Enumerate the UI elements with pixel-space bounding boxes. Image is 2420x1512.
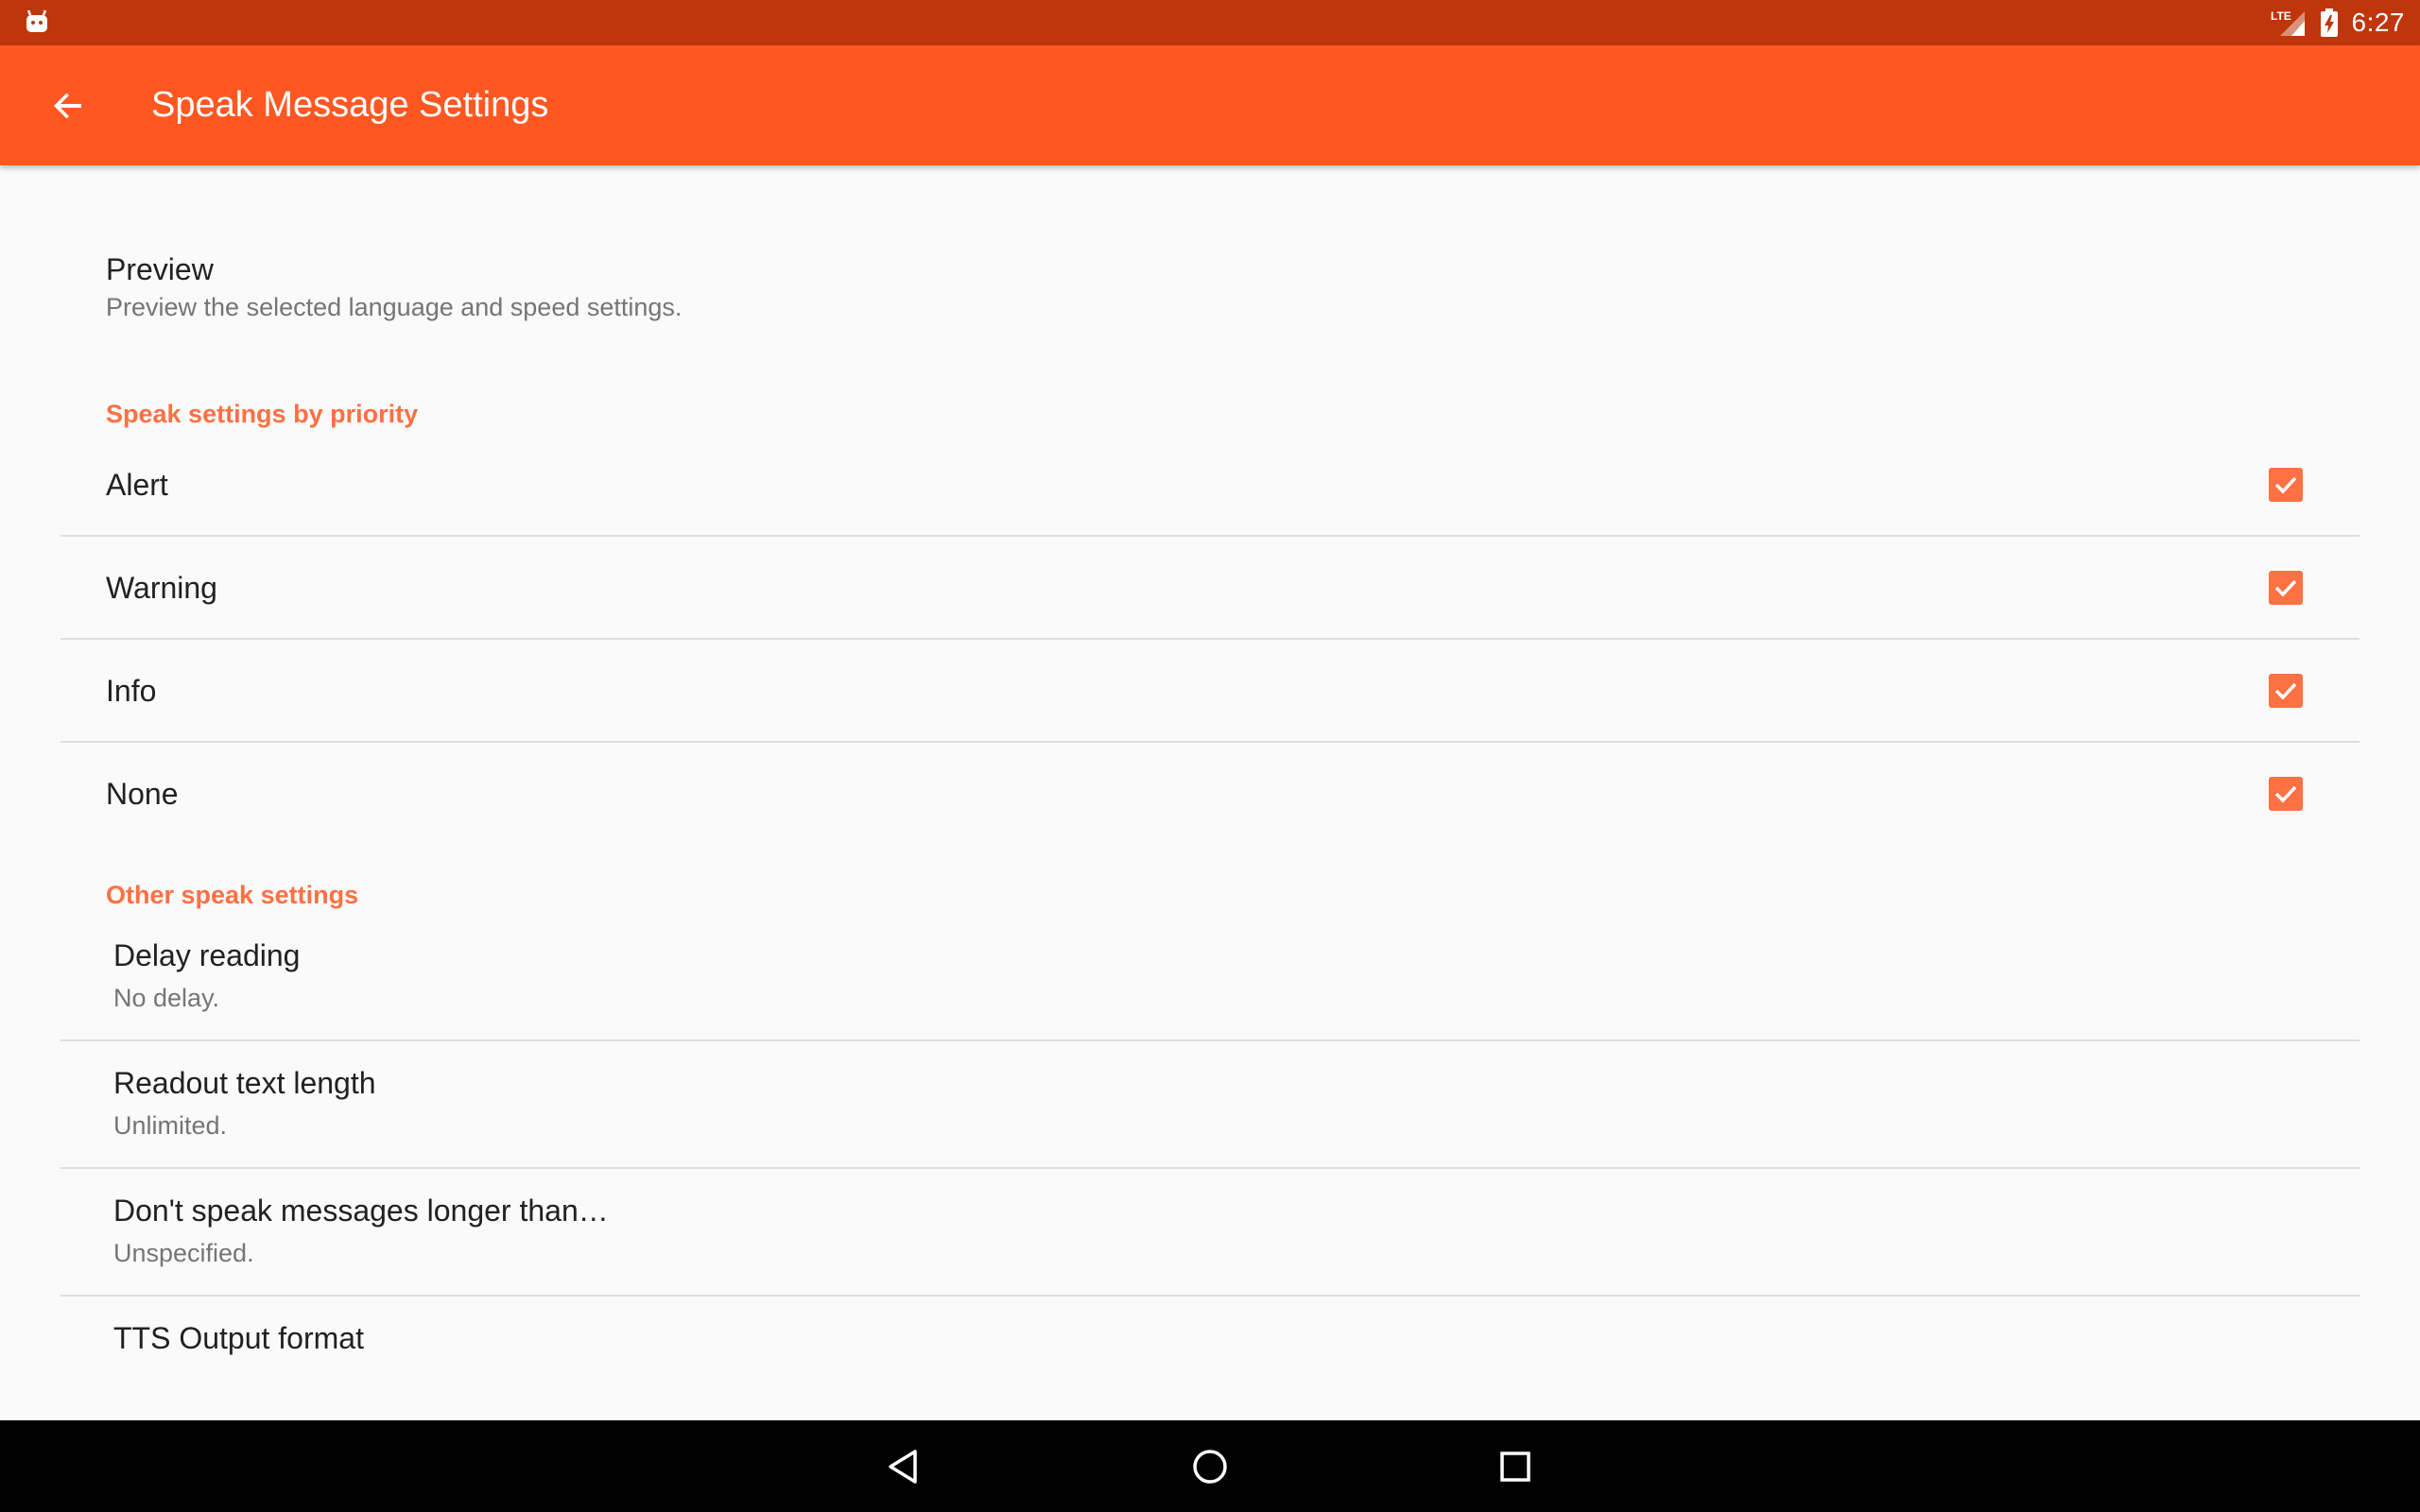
nav-home-circle-icon — [1193, 1450, 1227, 1484]
pref-summary: Unlimited. — [113, 1111, 228, 1140]
pref-summary: No delay. — [113, 984, 220, 1012]
nav-recents-square-icon — [1500, 1452, 1530, 1482]
checkmark-icon — [2274, 579, 2297, 597]
nav-home-button[interactable] — [1177, 1434, 1243, 1500]
lte-label: LTE — [2271, 9, 2291, 23]
delay-reading-preference[interactable]: Delay reading No delay. — [60, 923, 2360, 1050]
cell-signal-icon: LTE — [2271, 9, 2305, 36]
status-time: 6:27 — [2351, 8, 2405, 37]
priority-item-alert[interactable]: Alert — [60, 434, 2360, 536]
divider — [60, 1295, 2360, 1297]
priority-item-label: Alert — [106, 468, 168, 502]
other-section-header: Other speak settings — [106, 881, 359, 909]
pref-title: TTS Output format — [113, 1321, 364, 1355]
readout-length-preference[interactable]: Readout text length Unlimited. — [60, 1051, 2360, 1177]
settings-list: Preview Preview the selected language an… — [0, 165, 2420, 1420]
checkmark-icon — [2274, 785, 2297, 803]
nav-recents-button[interactable] — [1482, 1434, 1548, 1500]
priority-item-warning[interactable]: Warning — [60, 537, 2360, 639]
divider — [60, 1167, 2360, 1169]
screen: LTE 6:27 Speak Message Settings Preview … — [0, 0, 2420, 1512]
nav-back-button[interactable] — [871, 1434, 937, 1500]
none-checkbox[interactable] — [2269, 777, 2303, 811]
checkmark-icon — [2274, 476, 2297, 494]
status-icons: LTE 6:27 — [2269, 0, 2406, 45]
pref-title: Readout text length — [113, 1066, 376, 1100]
priority-item-label: Info — [106, 674, 157, 708]
navigation-bar — [0, 1420, 2420, 1512]
checkmark-icon — [2274, 682, 2297, 700]
pref-title: Don't speak messages longer than… — [113, 1194, 609, 1228]
pref-summary: Unspecified. — [113, 1239, 254, 1267]
alert-checkbox[interactable] — [2269, 468, 2303, 502]
app-toolbar: Speak Message Settings — [0, 45, 2420, 165]
preview-preference[interactable]: Preview Preview the selected language an… — [106, 252, 682, 322]
priority-item-label: Warning — [106, 571, 217, 605]
back-button[interactable] — [34, 72, 102, 140]
android-notification-icon — [26, 9, 47, 32]
info-checkbox[interactable] — [2269, 674, 2303, 708]
warning-checkbox[interactable] — [2269, 571, 2303, 605]
preview-title: Preview — [106, 252, 214, 286]
preview-summary: Preview the selected language and speed … — [106, 293, 683, 321]
max-length-preference[interactable]: Don't speak messages longer than… Unspec… — [60, 1178, 2360, 1305]
page-title: Speak Message Settings — [151, 85, 549, 125]
priority-item-label: None — [106, 777, 179, 811]
battery-charging-icon — [2320, 9, 2338, 37]
divider — [60, 1040, 2360, 1041]
arrow-back-icon — [54, 93, 81, 119]
priority-item-info[interactable]: Info — [60, 640, 2360, 742]
status-bar: LTE 6:27 — [0, 0, 2420, 45]
pref-title: Delay reading — [113, 938, 301, 972]
tts-output-format-preference[interactable]: TTS Output format — [60, 1306, 2360, 1433]
nav-back-triangle-icon — [889, 1450, 917, 1484]
priority-section-header: Speak settings by priority — [106, 400, 419, 428]
priority-item-none[interactable]: None — [60, 743, 2360, 845]
